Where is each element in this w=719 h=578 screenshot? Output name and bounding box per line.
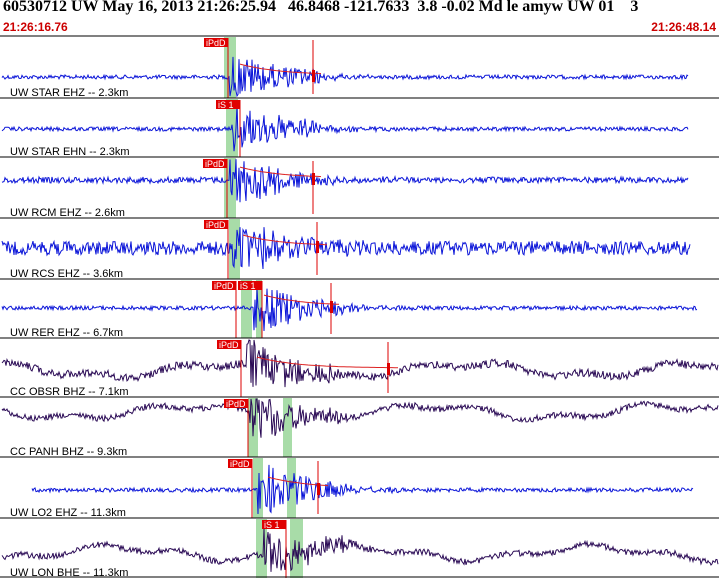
coda-end-tick (317, 483, 320, 495)
pick-label: iPdD (206, 220, 226, 230)
coda-end-tick (330, 301, 333, 313)
pick-label: iS 1 (218, 100, 234, 110)
trace-row[interactable]: iPdD CC OBSR BHZ -- 7.1km (0, 337, 719, 398)
phase-window (283, 398, 292, 457)
pick-label: iPdD (219, 340, 239, 350)
phase-pick[interactable]: iPdD (224, 399, 249, 457)
waveform (1, 105, 689, 152)
waveform (1, 288, 698, 332)
seismogram-panel[interactable]: iPdD UW STAR EHZ -- 2.3km iS 1 UW STAR EHN … (0, 0, 719, 578)
phase-pick[interactable]: iPdD (203, 159, 228, 218)
station-label: CC OBSR BHZ -- 7.1km (10, 386, 129, 398)
pick-label: iPdD (205, 159, 225, 169)
coda-end-tick (312, 173, 315, 185)
station-label: CC PANH BHZ -- 9.3km (10, 446, 127, 458)
station-label: UW LO2 EHZ -- 11.3km (10, 507, 126, 519)
trace-row[interactable]: iPdD UW STAR EHZ -- 2.3km (0, 35, 719, 99)
coda-end-tick (316, 241, 319, 253)
coda-decay-curve (239, 166, 322, 178)
station-label: UW STAR EHN -- 2.3km (10, 146, 130, 158)
trace-row[interactable]: iPdD UW RCS EHZ -- 3.6km (0, 217, 719, 280)
waveform (31, 464, 694, 515)
coda-end-tick (312, 70, 315, 82)
waveform (1, 159, 689, 203)
waveform (1, 527, 719, 572)
pick-label: iS 1 (264, 520, 280, 530)
pick-label: iPdD (230, 459, 250, 469)
trace-row[interactable]: iS 1 UW STAR EHN -- 2.3km (0, 97, 719, 158)
coda-decay-curve (263, 294, 340, 305)
pick-label: iPdD (226, 399, 246, 409)
trace-row[interactable]: iPdD iS 1 UW RER EHZ -- 6.7km (0, 278, 719, 339)
waveform (1, 227, 691, 270)
trace-row[interactable]: iPdD UW RCM EHZ -- 2.6km (0, 156, 719, 219)
waveform (1, 398, 719, 438)
trace-row[interactable]: iS 1 UW LON BHE -- 11.3km (0, 517, 719, 578)
station-label: UW LON BHE -- 11.3km (10, 567, 128, 578)
pick-label: iPdD (214, 281, 234, 291)
station-label: UW RCS EHZ -- 3.6km (10, 268, 123, 280)
phase-pick[interactable]: iPdD (204, 220, 229, 279)
station-label: UW RER EHZ -- 6.7km (10, 327, 123, 339)
pick-label: iS 1 (240, 281, 256, 291)
pick-label: iPdD (206, 38, 226, 48)
waveform (1, 339, 719, 388)
station-label: UW RCM EHZ -- 2.6km (10, 207, 125, 219)
trace-row[interactable]: iPdD CC PANH BHZ -- 9.3km (0, 396, 719, 458)
trace-row[interactable]: iPdD UW LO2 EHZ -- 11.3km (0, 456, 719, 519)
station-label: UW STAR EHZ -- 2.3km (10, 87, 128, 99)
phase-pick[interactable]: iPdD (212, 281, 237, 338)
coda-end-tick (387, 363, 390, 375)
